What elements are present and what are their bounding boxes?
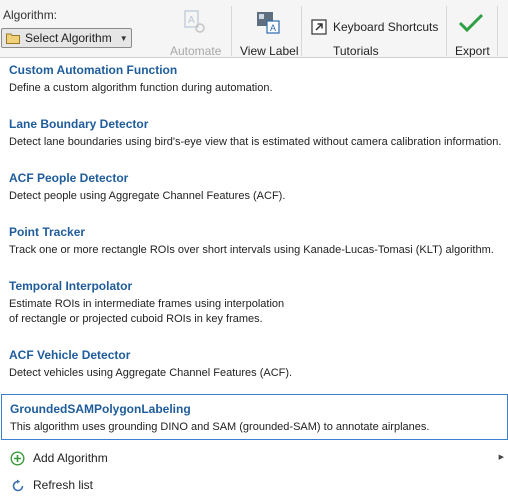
toolbar-separator xyxy=(301,6,302,56)
chevron-down-icon: ▼ xyxy=(119,33,128,43)
toolbar-separator xyxy=(497,6,498,56)
refresh-icon xyxy=(12,479,24,492)
toolbar-separator xyxy=(231,6,232,56)
menu-item-point-tracker[interactable]: Point Tracker Track one or more rectangl… xyxy=(0,225,508,265)
menu-item-grounded-sam-polygon-labeling[interactable]: GroundedSAMPolygonLabeling This algorith… xyxy=(1,394,508,440)
add-circle-icon xyxy=(10,451,25,466)
menu-item-description: This algorithm uses grounding DINO and S… xyxy=(10,421,430,433)
add-algorithm-menu-item[interactable]: Add Algorithm ▶ xyxy=(0,448,508,470)
automate-button[interactable]: Automate xyxy=(170,44,221,57)
refresh-list-menu-item[interactable]: Refresh list xyxy=(0,475,508,497)
menu-item-description: Define a custom algorithm function durin… xyxy=(9,82,273,94)
menu-item-title: GroundedSAMPolygonLabeling xyxy=(10,402,191,416)
menu-item-description: Track one or more rectangle ROIs over sh… xyxy=(9,244,494,256)
keyboard-shortcut-arrow-icon xyxy=(311,19,327,35)
menu-item-title: ACF Vehicle Detector xyxy=(9,348,131,362)
select-algorithm-button[interactable]: Select Algorithm ▼ xyxy=(1,28,132,48)
tutorials-button[interactable]: Tutorials xyxy=(333,44,379,57)
menu-item-description-line1: Estimate ROIs in intermediate frames usi… xyxy=(9,298,285,310)
refresh-list-label: Refresh list xyxy=(33,478,94,492)
folder-icon xyxy=(6,33,20,44)
menu-item-acf-people-detector[interactable]: ACF People Detector Detect people using … xyxy=(0,171,508,211)
menu-item-custom-automation-function[interactable]: Custom Automation Function Define a cust… xyxy=(0,63,508,103)
menu-item-description: Detect vehicles using Aggregate Channel … xyxy=(9,367,293,379)
menu-item-description: Detect people using Aggregate Channel Fe… xyxy=(9,190,286,202)
menu-item-description: Detect lane boundaries using bird's-eye … xyxy=(9,136,502,148)
menu-item-title: Lane Boundary Detector xyxy=(9,117,149,131)
svg-text:A: A xyxy=(188,15,195,26)
menu-item-title: Temporal Interpolator xyxy=(9,279,133,293)
svg-text:A: A xyxy=(270,23,276,33)
toolbar-separator xyxy=(446,6,447,56)
menu-item-title: Custom Automation Function xyxy=(9,63,178,77)
checkmark-icon xyxy=(458,13,484,33)
keyboard-shortcuts-button[interactable]: Keyboard Shortcuts xyxy=(333,20,438,34)
menu-item-title: Point Tracker xyxy=(9,225,86,239)
algorithm-dropdown-menu: Custom Automation Function Define a cust… xyxy=(0,57,508,498)
menu-item-acf-vehicle-detector[interactable]: ACF Vehicle Detector Detect vehicles usi… xyxy=(0,348,508,388)
toolstrip: Algorithm: Select Algorithm ▼ A Automate… xyxy=(0,0,508,57)
chevron-right-icon: ▶ xyxy=(498,454,504,461)
select-algorithm-label: Select Algorithm xyxy=(25,31,112,45)
add-algorithm-label: Add Algorithm xyxy=(33,451,108,465)
automate-icon: A xyxy=(184,10,205,33)
export-button[interactable]: Export xyxy=(455,44,490,57)
algorithm-label: Algorithm: xyxy=(3,8,58,22)
menu-item-description-line2: of rectangle or projected cuboid ROIs in… xyxy=(9,313,263,325)
menu-item-lane-boundary-detector[interactable]: Lane Boundary Detector Detect lane bound… xyxy=(0,117,508,157)
view-label-icon: A xyxy=(257,12,280,34)
view-label-button[interactable]: View Label xyxy=(240,44,299,57)
menu-item-title: ACF People Detector xyxy=(9,171,129,185)
menu-item-temporal-interpolator[interactable]: Temporal Interpolator Estimate ROIs in i… xyxy=(0,279,508,331)
